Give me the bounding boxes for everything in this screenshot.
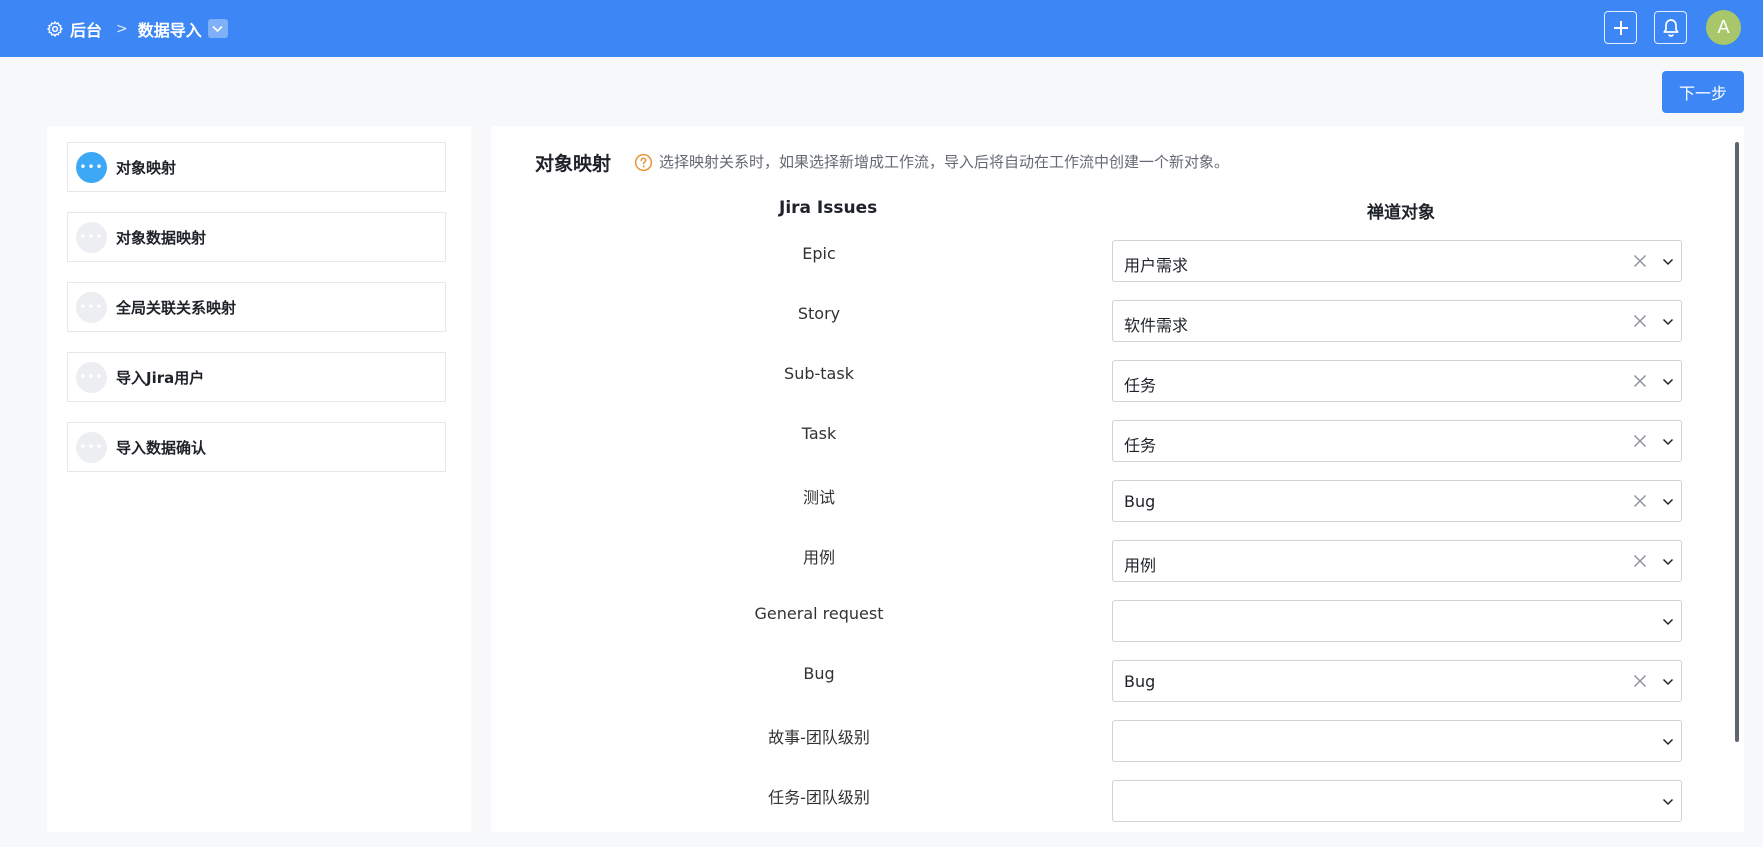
target-object-select[interactable]: 用户需求 [1112, 240, 1682, 282]
close-icon[interactable] [1633, 254, 1647, 268]
step-label: 导入数据确认 [116, 438, 207, 457]
breadcrumb-current: 数据导入 [137, 20, 202, 40]
plus-icon [1613, 20, 1628, 35]
chevron-down-icon [1662, 738, 1674, 746]
ellipsis-icon: ••• [76, 291, 107, 323]
column-header-target: 禅道对象 [1367, 203, 1435, 223]
jira-issue-label: Task [801, 424, 837, 443]
close-icon[interactable] [1633, 674, 1647, 688]
close-icon[interactable] [1633, 374, 1647, 388]
chevron-down-icon [1662, 678, 1674, 686]
top-bar: 后台 > 数据导入 A [0, 0, 1763, 57]
next-step-button[interactable]: 下一步 [1662, 71, 1744, 113]
target-object-select[interactable] [1112, 720, 1682, 762]
jira-issue-label: 用例 [802, 548, 835, 567]
close-icon[interactable] [1633, 314, 1647, 328]
question-circle-icon [634, 153, 653, 172]
chevron-down-icon [1662, 558, 1674, 566]
step-label: 全局关联关系映射 [116, 298, 237, 317]
chevron-down-icon [1662, 498, 1674, 506]
jira-issue-label: Epic [802, 244, 836, 263]
ellipsis-icon: ••• [76, 361, 107, 393]
close-icon[interactable] [1633, 554, 1647, 568]
breadcrumb-separator: > [116, 20, 128, 37]
add-button[interactable] [1604, 11, 1637, 44]
step-import-jira-users[interactable]: ••• 导入Jira用户 [67, 352, 446, 402]
mapping-panel: 对象映射 选择映射关系时，如果选择新增成工作流，导入后将自动在工作流中创建一个新… [491, 126, 1744, 832]
chevron-down-icon [1662, 258, 1674, 266]
step-label: 对象映射 [116, 158, 177, 177]
close-icon[interactable] [1633, 434, 1647, 448]
select-value: 任务 [1124, 376, 1157, 395]
mapping-hint: 选择映射关系时，如果选择新增成工作流，导入后将自动在工作流中创建一个新对象。 [659, 153, 1230, 171]
target-object-select[interactable] [1112, 780, 1682, 822]
select-value: 用户需求 [1124, 256, 1189, 275]
notification-button[interactable] [1654, 11, 1687, 44]
panel-title: 对象映射 [535, 153, 612, 175]
target-object-select[interactable]: Bug [1112, 480, 1682, 522]
jira-issue-label: Story [797, 304, 841, 323]
jira-issue-label: 测试 [802, 488, 835, 507]
chevron-down-icon [1662, 618, 1674, 626]
ellipsis-icon: ••• [76, 221, 107, 253]
select-value: Bug [1124, 492, 1156, 511]
target-object-select[interactable]: 软件需求 [1112, 300, 1682, 342]
jira-issue-label: 故事-团队级别 [768, 728, 870, 747]
jira-issue-label: Sub-task [784, 364, 854, 383]
steps-panel: ••• 对象映射 ••• 对象数据映射 ••• 全局关联关系映射 ••• 导入J… [47, 126, 471, 832]
step-label: 导入Jira用户 [116, 368, 205, 387]
breadcrumb-home[interactable]: 后台 [70, 17, 102, 41]
target-object-select[interactable] [1112, 600, 1682, 642]
chevron-down-icon [1662, 378, 1674, 386]
avatar[interactable]: A [1706, 10, 1741, 45]
select-value: 任务 [1124, 436, 1157, 455]
gear-icon [47, 20, 63, 37]
target-object-select[interactable]: 用例 [1112, 540, 1682, 582]
chevron-down-icon [1662, 318, 1674, 326]
chevron-down-icon [212, 25, 223, 32]
breadcrumb: 后台 > 数据导入 [46, 0, 228, 57]
step-label: 对象数据映射 [116, 228, 207, 247]
jira-issue-label: General request [754, 604, 884, 623]
bell-icon [1662, 18, 1679, 37]
target-object-select[interactable]: Bug [1112, 660, 1682, 702]
step-global-relation-mapping[interactable]: ••• 全局关联关系映射 [67, 282, 446, 332]
jira-issue-label: 任务-团队级别 [768, 788, 870, 807]
ellipsis-icon: ••• [76, 431, 107, 463]
scrollbar[interactable] [1735, 142, 1739, 742]
ellipsis-icon: ••• [76, 151, 107, 183]
step-import-confirm[interactable]: ••• 导入数据确认 [67, 422, 446, 472]
target-object-select[interactable]: 任务 [1112, 360, 1682, 402]
chevron-down-icon [1662, 798, 1674, 806]
select-value: 用例 [1124, 556, 1157, 575]
breadcrumb-dropdown[interactable] [207, 19, 228, 38]
column-header-jira: Jira Issues [779, 198, 878, 218]
chevron-down-icon [1662, 438, 1674, 446]
select-value: 软件需求 [1124, 316, 1189, 335]
select-value: Bug [1124, 672, 1156, 691]
jira-issue-label: Bug [803, 664, 835, 683]
step-object-mapping[interactable]: ••• 对象映射 [67, 142, 446, 192]
close-icon[interactable] [1633, 494, 1647, 508]
step-object-data-mapping[interactable]: ••• 对象数据映射 [67, 212, 446, 262]
target-object-select[interactable]: 任务 [1112, 420, 1682, 462]
